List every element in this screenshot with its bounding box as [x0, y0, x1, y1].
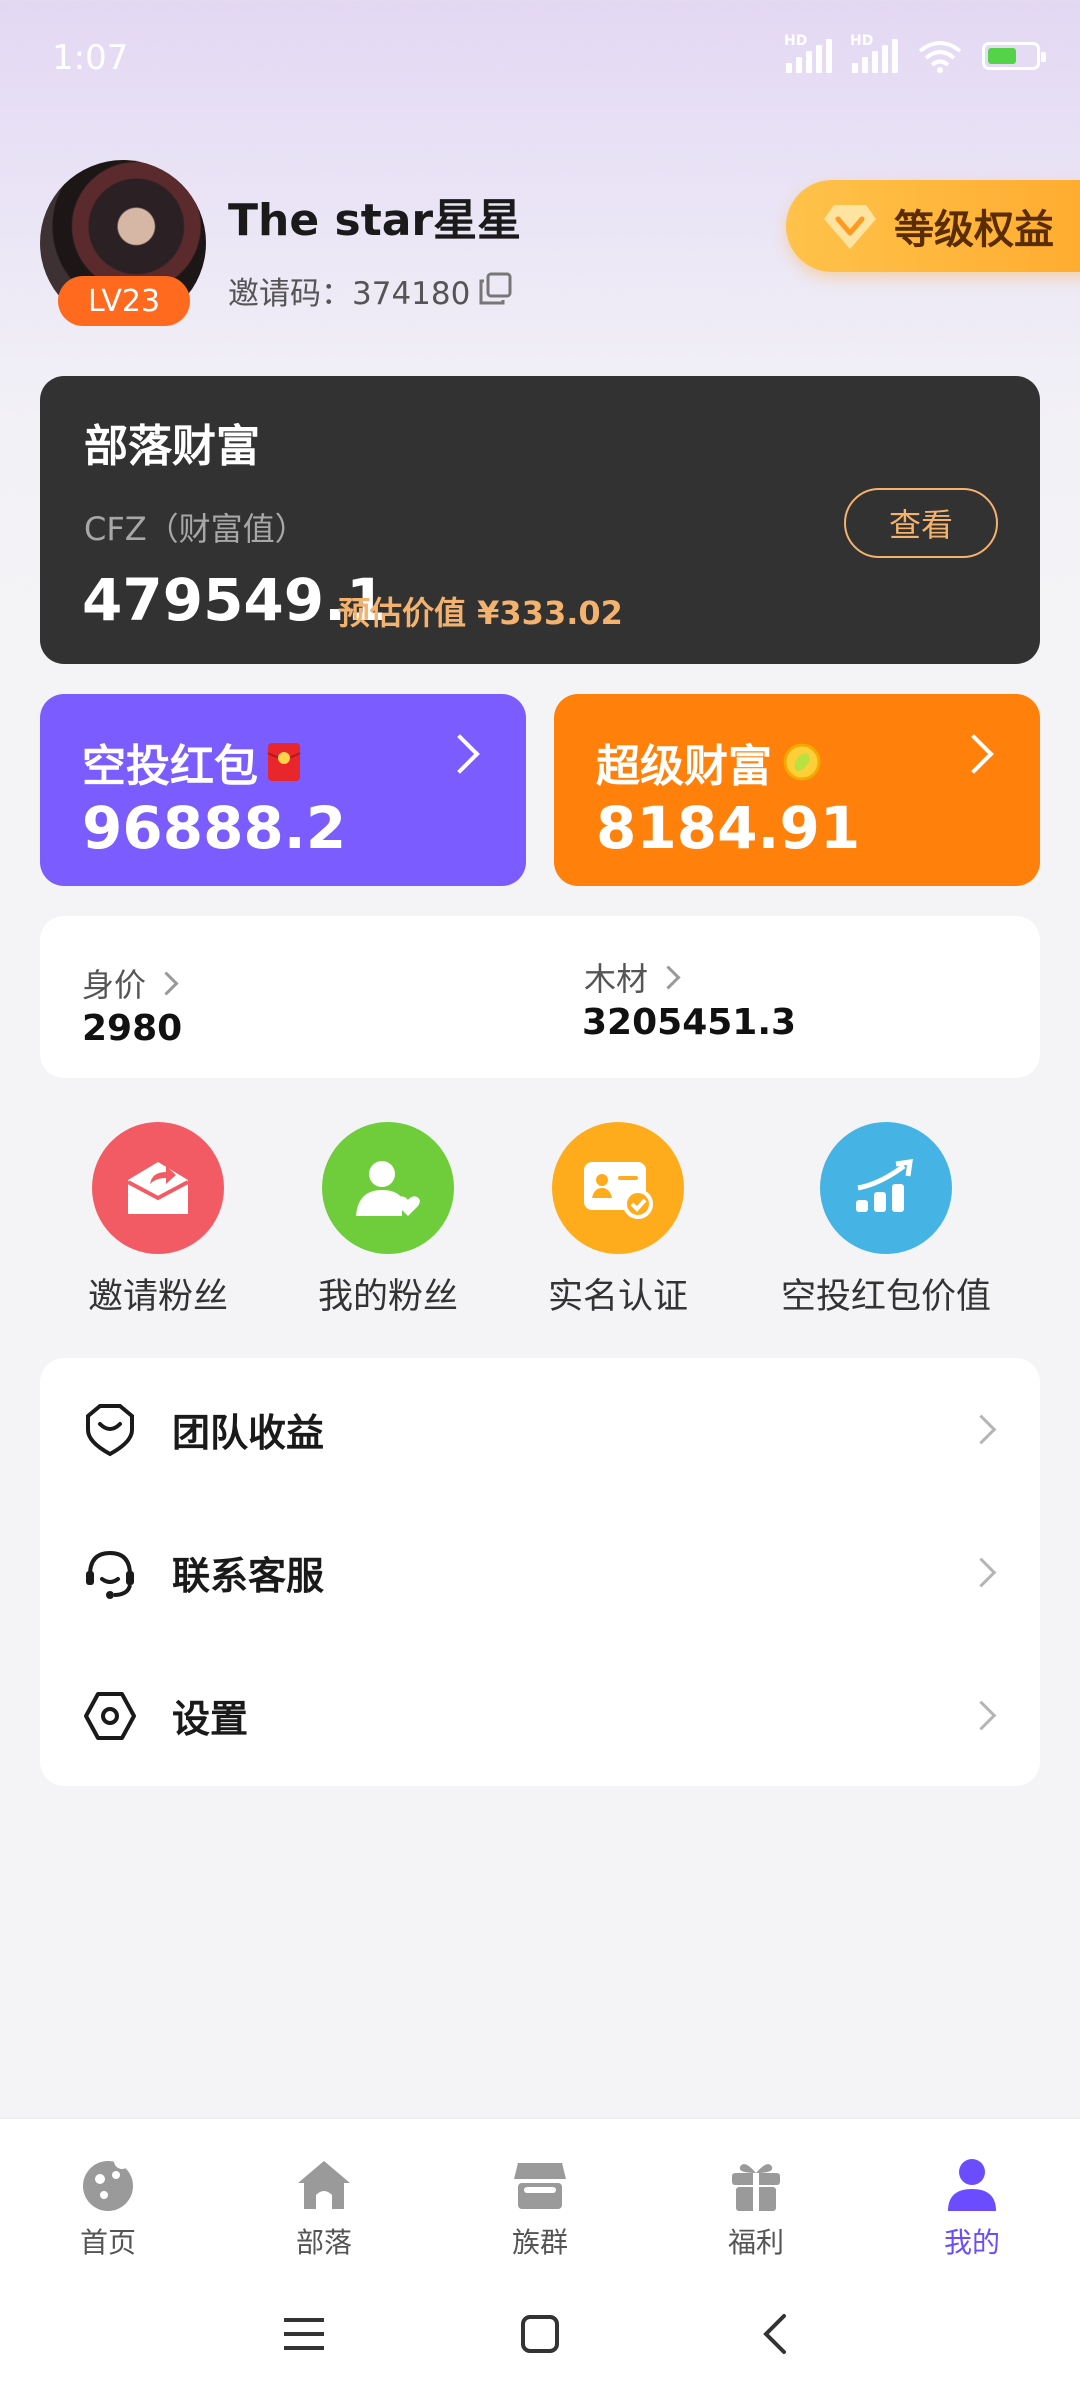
invite-fans-action[interactable]: 邀请粉丝 [38, 1122, 278, 1319]
diamond-icon [824, 205, 876, 249]
quick-action-label: 实名认证 [547, 1277, 688, 1317]
super-wealth-title: 超级财富 [596, 741, 772, 792]
wealth-title: 部落财富 [84, 421, 260, 472]
super-wealth-card[interactable]: 超级财富 8184.91 [554, 694, 1040, 886]
person-icon [948, 2159, 996, 2211]
nav-label: 福利 [727, 2226, 784, 2259]
heart-badge-icon [86, 1403, 134, 1456]
invite-code: 邀请码：374180 [228, 276, 471, 312]
menu-item-team-earnings[interactable]: 团队收益 [40, 1358, 1040, 1501]
worth-label-link[interactable]: 身价 [82, 960, 179, 1006]
worth-label: 身价 [82, 966, 147, 1004]
gift-icon [732, 2164, 780, 2211]
nav-label: 首页 [79, 2226, 136, 2259]
nav-home[interactable]: 首页 [38, 2153, 178, 2261]
menu-icon[interactable] [282, 2314, 326, 2354]
menu-item-customer-service[interactable]: 联系客服 [40, 1501, 1040, 1644]
quick-action-label: 我的粉丝 [317, 1277, 458, 1317]
chevron-right-icon [954, 734, 994, 774]
status-time: 1:07 [52, 38, 129, 78]
invite-icon [92, 1122, 224, 1254]
signal-1-icon: HD [784, 33, 832, 73]
username: The star星星 [228, 195, 522, 246]
stats-card [40, 916, 1040, 1078]
gold-coin-icon [783, 743, 821, 781]
menu-item-label: 团队收益 [172, 1411, 325, 1455]
level-rights-label: 等级权益 [894, 207, 1054, 253]
store-icon [514, 2163, 566, 2209]
copy-icon[interactable] [478, 272, 512, 306]
wood-label: 木材 [584, 960, 649, 998]
quick-action-label: 邀请粉丝 [87, 1277, 228, 1317]
menu-card: 团队收益 联系客服 设置 [40, 1358, 1040, 1786]
system-navigation-bar [0, 2290, 1080, 2380]
back-icon[interactable] [758, 2312, 790, 2356]
my-fans-action[interactable]: 我的粉丝 [268, 1122, 508, 1319]
home-square-icon[interactable] [520, 2314, 560, 2354]
battery-icon [982, 42, 1046, 70]
airdrop-value: 96888.2 [82, 794, 347, 862]
real-name-auth-action[interactable]: 实名认证 [498, 1122, 738, 1319]
nav-mine[interactable]: 我的 [902, 2155, 1042, 2261]
chevron-right-icon [966, 1557, 997, 1588]
chevron-right-icon [440, 734, 480, 774]
airdrop-card[interactable]: 空投红包 96888.2 [40, 694, 526, 886]
level-rights-button[interactable]: 等级权益 [786, 180, 1080, 272]
nav-label: 族群 [511, 2226, 568, 2259]
worth-value: 2980 [82, 1008, 183, 1049]
airdrop-value-action[interactable]: 空投红包价值 [766, 1122, 1006, 1319]
menu-item-label: 联系客服 [172, 1554, 325, 1598]
wealth-subtitle: CFZ（财富值） [84, 510, 307, 548]
nav-label: 部落 [295, 2226, 352, 2259]
wood-value: 3205451.3 [582, 1002, 797, 1043]
wealth-estimate: 预估价值 ¥333.02 [338, 594, 623, 632]
airdrop-title: 空投红包 [82, 741, 258, 792]
chevron-right-icon [154, 970, 179, 996]
hd-label: HD [850, 33, 874, 49]
trend-icon [820, 1122, 952, 1254]
hexagon-gear-icon [84, 1691, 136, 1740]
house-icon [298, 2161, 350, 2209]
headset-icon [86, 1550, 134, 1599]
fans-icon [322, 1122, 454, 1254]
cookie-icon [83, 2153, 133, 2211]
chevron-right-icon [966, 1414, 997, 1445]
chevron-right-icon [966, 1700, 997, 1731]
nav-welfare[interactable]: 福利 [686, 2155, 826, 2261]
menu-item-settings[interactable]: 设置 [40, 1644, 1040, 1787]
chevron-right-icon [656, 964, 681, 990]
hd-label: HD [784, 33, 808, 49]
red-envelope-icon [267, 743, 301, 781]
wifi-icon [918, 41, 962, 73]
menu-item-label: 设置 [172, 1697, 249, 1741]
wood-label-link[interactable]: 木材 [584, 954, 681, 1000]
view-button[interactable]: 查看 [844, 488, 998, 558]
nav-label: 我的 [943, 2226, 1000, 2259]
super-wealth-value: 8184.91 [596, 794, 861, 862]
id-card-icon [552, 1122, 684, 1254]
super-wealth-title-row: 超级财富 [596, 730, 824, 794]
level-badge: LV23 [58, 276, 190, 326]
signal-2-icon: HD [850, 33, 898, 73]
status-icons: HD HD [784, 33, 1046, 76]
quick-action-label: 空投红包价值 [780, 1277, 991, 1317]
nav-tribe[interactable]: 部落 [254, 2155, 394, 2261]
airdrop-title-row: 空投红包 [82, 730, 302, 794]
nav-group[interactable]: 族群 [470, 2155, 610, 2261]
